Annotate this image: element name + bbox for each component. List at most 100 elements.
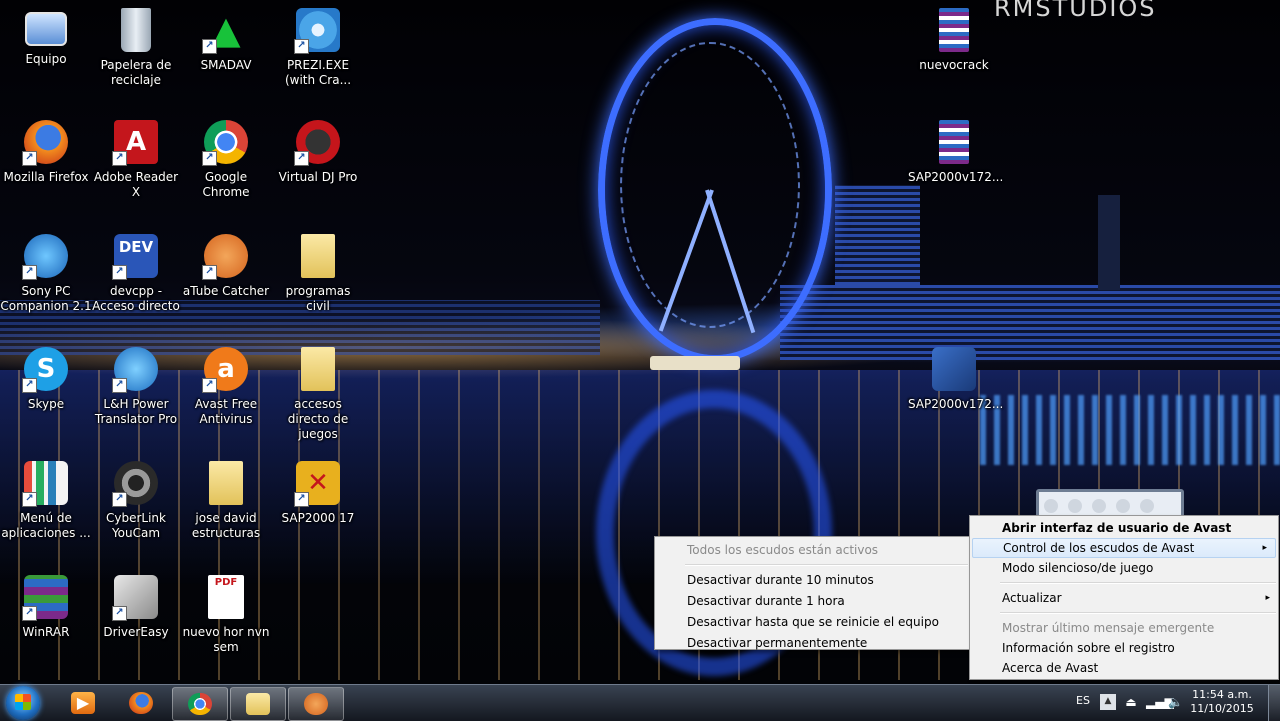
desktop-icon-chrome[interactable]: ↗ Google Chrome (180, 120, 272, 200)
desktop-icon-winrar[interactable]: ↗ WinRAR (0, 575, 92, 640)
avast-tray-menu: Abrir interfaz de usuario de Avast Contr… (969, 515, 1279, 680)
desktop-icon-drivereasy[interactable]: ↗ DriverEasy (90, 575, 182, 640)
desktop-icon-label: Avast Free Antivirus (194, 397, 258, 426)
desktop-icon-label: programas civil (285, 284, 351, 313)
globe-icon: ↗ (112, 347, 158, 393)
desktop-icon-app-menu[interactable]: ↗ Menú de aplicaciones ... (0, 461, 92, 541)
menu-item-disable-10-min[interactable]: Desactivar durante 10 minutos (655, 570, 970, 590)
desktop-icon-prezi[interactable]: ↗ PREZI.EXE (with Cra... (272, 8, 364, 88)
desktop-icon-label: DriverEasy (103, 625, 169, 639)
desktop-icon-nuevocrack[interactable]: nuevocrack (908, 8, 1000, 73)
desktop-icon-firefox[interactable]: ↗ Mozilla Firefox (0, 120, 92, 185)
pdf-file-icon: PDF (208, 575, 244, 619)
network-signal-icon[interactable]: ▂▄▆ (1146, 695, 1174, 709)
chrome-icon: ↗ (202, 120, 248, 166)
desktop-icon-label: Equipo (25, 52, 67, 66)
taskbar-chrome[interactable] (172, 687, 228, 721)
desktop-icon-label: Papelera de reciclaje (100, 58, 172, 87)
avast-icon: a ↗ (202, 347, 248, 393)
desktop-icon-atube-catcher[interactable]: ↗ aTube Catcher (180, 234, 272, 299)
desktop-icon-label: L&H Power Translator Pro (94, 397, 178, 426)
desktop-icon-avast[interactable]: a ↗ Avast Free Antivirus (180, 347, 272, 427)
desktop-icon-label: aTube Catcher (182, 284, 270, 298)
computer-icon (25, 12, 67, 46)
desktop-icon-jose-david[interactable]: jose david estructuras (180, 461, 272, 541)
menu-separator (685, 564, 968, 566)
start-button[interactable] (6, 686, 40, 720)
desktop-icon-label: SAP2000v172... (908, 170, 1004, 184)
desktop-icon-label: SMADAV (200, 58, 252, 72)
menu-item-update[interactable]: Actualizar ▸ (970, 588, 1278, 608)
desktop-icon-skype[interactable]: S ↗ Skype (0, 347, 92, 412)
desktop-icon-label: Mozilla Firefox (3, 170, 89, 184)
menu-item-disable-permanently[interactable]: Desactivar permanentemente (655, 633, 970, 653)
desktop-icon-label: WinRAR (22, 625, 70, 639)
desktop-icon-label: Google Chrome (202, 170, 250, 199)
tray-app-icon[interactable] (1116, 499, 1130, 513)
desktop-icon-label: CyberLink YouCam (106, 511, 166, 540)
desktop-icon-label: nuevocrack (919, 58, 989, 72)
folder-icon (301, 234, 335, 278)
tower-building (835, 185, 920, 285)
taskbar-firefox[interactable] (114, 687, 168, 719)
taskbar-atube-catcher[interactable] (288, 687, 344, 721)
desktop-icon-recycle-bin[interactable]: Papelera de reciclaje (90, 8, 182, 88)
desktop-icon-nuevo-hor[interactable]: PDF nuevo hor nvn sem (180, 575, 272, 655)
desktop-icon-label: PREZI.EXE (with Cra... (284, 58, 352, 87)
desktop-icon-label: Menú de aplicaciones ... (1, 511, 91, 540)
menu-item-label: Control de los escudos de Avast (1003, 541, 1195, 555)
app-grid-icon: ↗ (22, 461, 68, 507)
desktop-icon-youcam[interactable]: ↗ CyberLink YouCam (90, 461, 182, 541)
river-boat (650, 356, 740, 370)
taskbar-media-player[interactable]: ▶ (56, 687, 110, 719)
clock[interactable]: 11:54 a.m. 11/10/2015 (1190, 688, 1254, 716)
show-desktop-button[interactable] (1268, 685, 1280, 721)
menu-item-all-shields-active: Todos los escudos están activos (687, 543, 879, 557)
clock-time: 11:54 a.m. (1192, 688, 1252, 701)
skype-icon: S ↗ (22, 347, 68, 393)
webcam-icon: ↗ (112, 461, 158, 507)
menu-item-silent-mode[interactable]: Modo silencioso/de juego (970, 558, 1278, 578)
desktop-icon-label: SAP2000 17 (281, 511, 355, 525)
desktop-icon-programas-civil[interactable]: programas civil (272, 234, 364, 314)
desktop-icon-devcpp[interactable]: DEV ↗ devcpp - Acceso directo (90, 234, 182, 314)
desktop-icon-accesos-juegos[interactable]: accesos directo de juegos (272, 347, 364, 442)
usb-icon[interactable]: ⏏ (1124, 695, 1138, 709)
menu-separator (1000, 612, 1276, 614)
menu-item-registration-info[interactable]: Información sobre el registro (970, 638, 1278, 658)
tray-app-icon[interactable] (1068, 499, 1082, 513)
folder-icon (301, 347, 335, 391)
submenu-arrow-icon: ▸ (1265, 593, 1270, 603)
ferris-wheel-spokes (620, 42, 800, 328)
prezi-icon: ↗ (294, 8, 340, 54)
desktop-icon-adobe-reader[interactable]: A ↗ Adobe Reader X (90, 120, 182, 200)
recycle-bin-icon (121, 8, 151, 52)
desktop-icon-power-translator[interactable]: ↗ L&H Power Translator Pro (90, 347, 182, 427)
desktop-icon-sap2000[interactable]: ✕ ↗ SAP2000 17 (272, 461, 364, 526)
taskbar-explorer[interactable] (230, 687, 286, 721)
desktop-icon-equipo[interactable]: Equipo (0, 8, 92, 67)
building-reflection (980, 395, 1280, 465)
desktop-icon-sap2000v172-installer[interactable]: SAP2000v172... (908, 347, 1003, 412)
desktop-icon-label: Sony PC Companion 2.1 (0, 284, 92, 313)
desktop-icon-virtual-dj[interactable]: ↗ Virtual DJ Pro (272, 120, 364, 185)
desktop-icon-sony-pc-companion[interactable]: ↗ Sony PC Companion 2.1 (0, 234, 92, 314)
menu-item-open-avast-ui[interactable]: Abrir interfaz de usuario de Avast (970, 518, 1278, 538)
smadav-icon: ▲ ↗ (202, 8, 248, 54)
tray-app-icon[interactable] (1140, 499, 1154, 513)
desktop-icon-sap2000v172-archive[interactable]: SAP2000v172... (908, 120, 1004, 185)
desktop-icon-smadav[interactable]: ▲ ↗ SMADAV (180, 8, 272, 73)
menu-item-shields-control[interactable]: Control de los escudos de Avast ▸ (972, 538, 1276, 558)
clock-date: 11/10/2015 (1190, 702, 1254, 715)
county-hall-building (780, 285, 1280, 360)
show-hidden-icons-button[interactable]: ▲ (1100, 694, 1116, 710)
submenu-arrow-icon: ▸ (1262, 543, 1267, 553)
language-indicator[interactable]: ES (1076, 694, 1090, 707)
tray-app-icon[interactable] (1044, 499, 1058, 513)
menu-item-disable-until-restart[interactable]: Desactivar hasta que se reinicie el equi… (655, 612, 970, 632)
desktop-icon-label: nuevo hor nvn sem (182, 625, 270, 654)
volume-icon[interactable]: 🔈 (1168, 695, 1183, 709)
menu-item-about-avast[interactable]: Acerca de Avast (970, 658, 1278, 678)
menu-item-disable-1-hour[interactable]: Desactivar durante 1 hora (655, 591, 970, 611)
tray-app-icon[interactable] (1092, 499, 1106, 513)
